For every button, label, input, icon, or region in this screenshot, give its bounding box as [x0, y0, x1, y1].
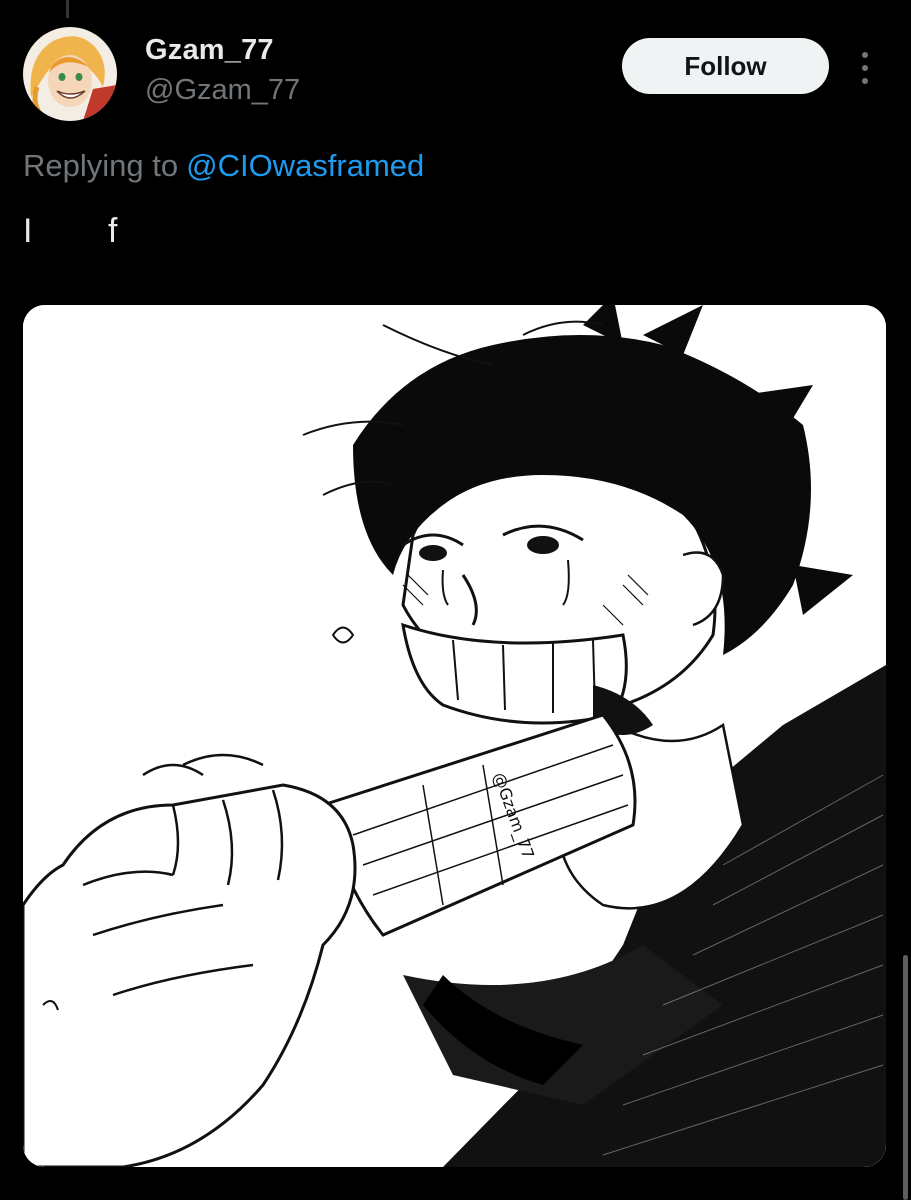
avatar[interactable] [23, 27, 117, 121]
replying-mention-link[interactable]: @CIOwasframed [186, 148, 424, 183]
page-scrollbar[interactable] [903, 955, 908, 1200]
dot [862, 52, 868, 58]
ink-drawing-illustration: @Gzam_77 [23, 305, 886, 1167]
tweet-text: I f [23, 212, 118, 250]
replying-to: Replying to @CIOwasframed [23, 148, 424, 184]
author-display-name[interactable]: Gzam_77 [145, 34, 274, 67]
avatar-illustration [23, 27, 117, 121]
follow-button[interactable]: Follow [622, 38, 829, 94]
dot [862, 78, 868, 84]
tweet-media-image[interactable]: @Gzam_77 [23, 305, 886, 1167]
dot [862, 65, 868, 71]
thread-connector-line [66, 0, 69, 18]
author-handle[interactable]: @Gzam_77 [145, 74, 300, 107]
more-dots-icon[interactable] [852, 48, 878, 88]
replying-prefix: Replying to [23, 148, 179, 183]
